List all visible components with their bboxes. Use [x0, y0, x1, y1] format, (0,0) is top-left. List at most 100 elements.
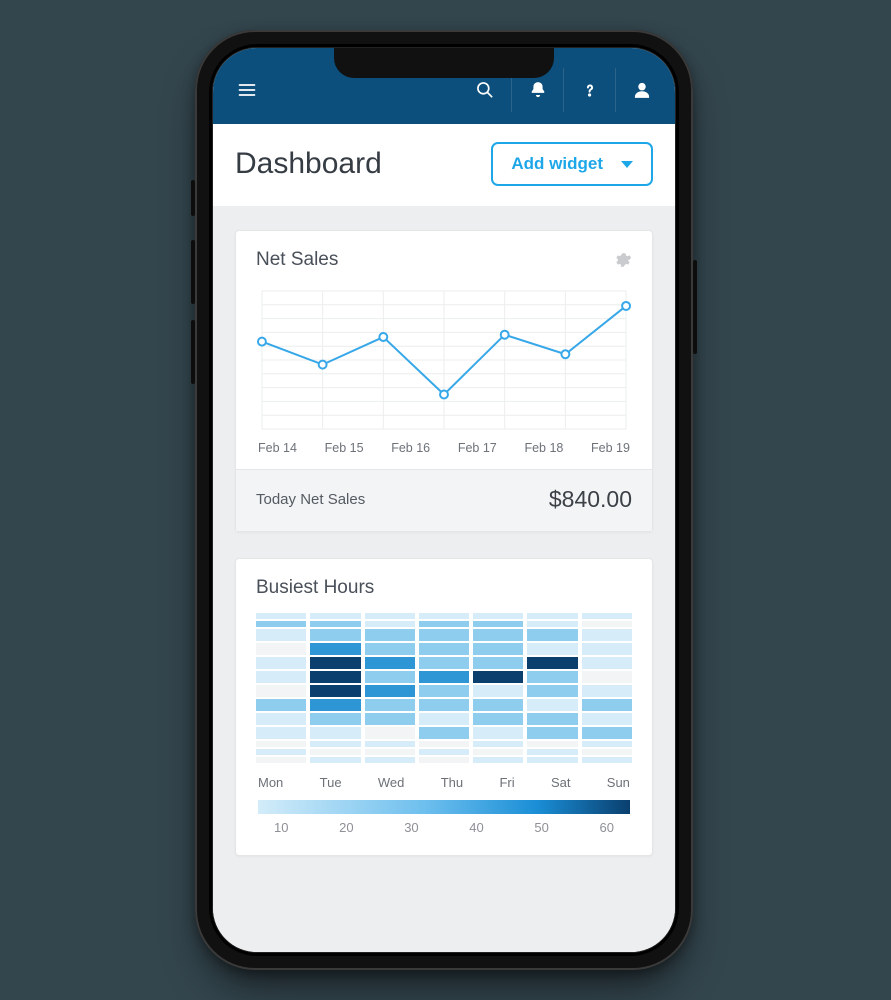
heat-cell [310, 657, 360, 669]
heat-cell [310, 713, 360, 725]
notch [334, 48, 554, 78]
heat-cell [310, 741, 360, 747]
heat-cell [419, 757, 469, 763]
heat-cell [310, 699, 360, 711]
net-sales-card: Net Sales Feb 14Feb 15Feb 16Feb 17Feb 18… [235, 230, 653, 532]
busiest-heatmap [256, 613, 632, 763]
busiest-hours-card: Busiest Hours MonTueWedThuFriSatSun 1020… [235, 558, 653, 856]
legend-tick: 50 [534, 820, 548, 835]
heat-cell [256, 713, 306, 725]
heat-cell [310, 613, 360, 619]
heat-cell [582, 613, 632, 619]
heat-cell [365, 671, 415, 683]
heat-cell [419, 671, 469, 683]
heat-cell [473, 713, 523, 725]
heat-cell [582, 657, 632, 669]
heat-cell [310, 685, 360, 697]
day-label: Tue [320, 775, 342, 790]
heat-cell [419, 657, 469, 669]
heat-cell [582, 671, 632, 683]
heat-cell [256, 699, 306, 711]
heat-cell [473, 749, 523, 755]
heat-cell [256, 657, 306, 669]
heat-cell [527, 621, 577, 627]
heat-cell [527, 699, 577, 711]
heat-cell [527, 749, 577, 755]
heat-cell [365, 713, 415, 725]
summary-label: Today Net Sales [256, 491, 365, 508]
heat-cell [419, 613, 469, 619]
card-title: Net Sales [256, 249, 338, 271]
help-icon[interactable] [563, 68, 615, 112]
heat-cell [527, 757, 577, 763]
heat-cell [256, 727, 306, 739]
heat-cell [582, 643, 632, 655]
heat-cell [582, 713, 632, 725]
heat-cell [419, 741, 469, 747]
heat-cell [473, 621, 523, 627]
heat-cell [473, 727, 523, 739]
net-sales-xaxis: Feb 14Feb 15Feb 16Feb 17Feb 18Feb 19 [256, 435, 632, 469]
heat-cell [419, 643, 469, 655]
x-tick: Feb 16 [391, 441, 430, 455]
x-tick: Feb 18 [524, 441, 563, 455]
chevron-down-icon [621, 161, 633, 168]
heat-cell [256, 757, 306, 763]
heat-cell [365, 629, 415, 641]
heat-cell [310, 643, 360, 655]
heatmap-legend [258, 800, 630, 814]
heat-cell [582, 629, 632, 641]
add-widget-button[interactable]: Add widget [491, 142, 653, 186]
heat-cell [256, 741, 306, 747]
heat-cell [582, 685, 632, 697]
heat-cell [582, 757, 632, 763]
heat-cell [473, 613, 523, 619]
net-sales-chart [256, 285, 632, 435]
legend-tick: 20 [339, 820, 353, 835]
heat-cell [310, 671, 360, 683]
heat-cell [256, 613, 306, 619]
x-tick: Feb 17 [458, 441, 497, 455]
heat-cell [419, 685, 469, 697]
day-label: Wed [378, 775, 405, 790]
heat-cell [473, 757, 523, 763]
heat-cell [365, 757, 415, 763]
menu-icon[interactable] [221, 68, 273, 112]
heat-cell [473, 671, 523, 683]
heat-cell [473, 629, 523, 641]
page-title: Dashboard [235, 147, 382, 181]
header-row: Dashboard Add widget [213, 124, 675, 206]
heat-cell [527, 741, 577, 747]
phone-frame: Dashboard Add widget Net Sales [195, 30, 693, 970]
heat-cell [256, 621, 306, 627]
heat-cell [473, 657, 523, 669]
day-label: Sat [551, 775, 571, 790]
heat-cell [365, 749, 415, 755]
legend-tick: 30 [404, 820, 418, 835]
card-area: Net Sales Feb 14Feb 15Feb 16Feb 17Feb 18… [213, 206, 675, 952]
heat-cell [419, 749, 469, 755]
heat-cell [365, 685, 415, 697]
heat-cell [419, 713, 469, 725]
user-icon[interactable] [615, 68, 667, 112]
heat-cell [527, 629, 577, 641]
heat-cell [582, 749, 632, 755]
legend-tick: 60 [599, 820, 613, 835]
heat-cell [365, 741, 415, 747]
heat-cell [527, 643, 577, 655]
heat-cell [256, 749, 306, 755]
heat-cell [582, 727, 632, 739]
heat-cell [365, 621, 415, 627]
screen: Dashboard Add widget Net Sales [213, 48, 675, 952]
heat-cell [582, 621, 632, 627]
gear-icon[interactable] [614, 251, 632, 269]
heat-cell [527, 713, 577, 725]
summary-value: $840.00 [549, 486, 632, 513]
heat-cell [582, 741, 632, 747]
heat-cell [365, 699, 415, 711]
heat-cell [310, 749, 360, 755]
heat-cell [256, 643, 306, 655]
legend-tick: 40 [469, 820, 483, 835]
card-title: Busiest Hours [256, 577, 374, 599]
heat-cell [582, 699, 632, 711]
